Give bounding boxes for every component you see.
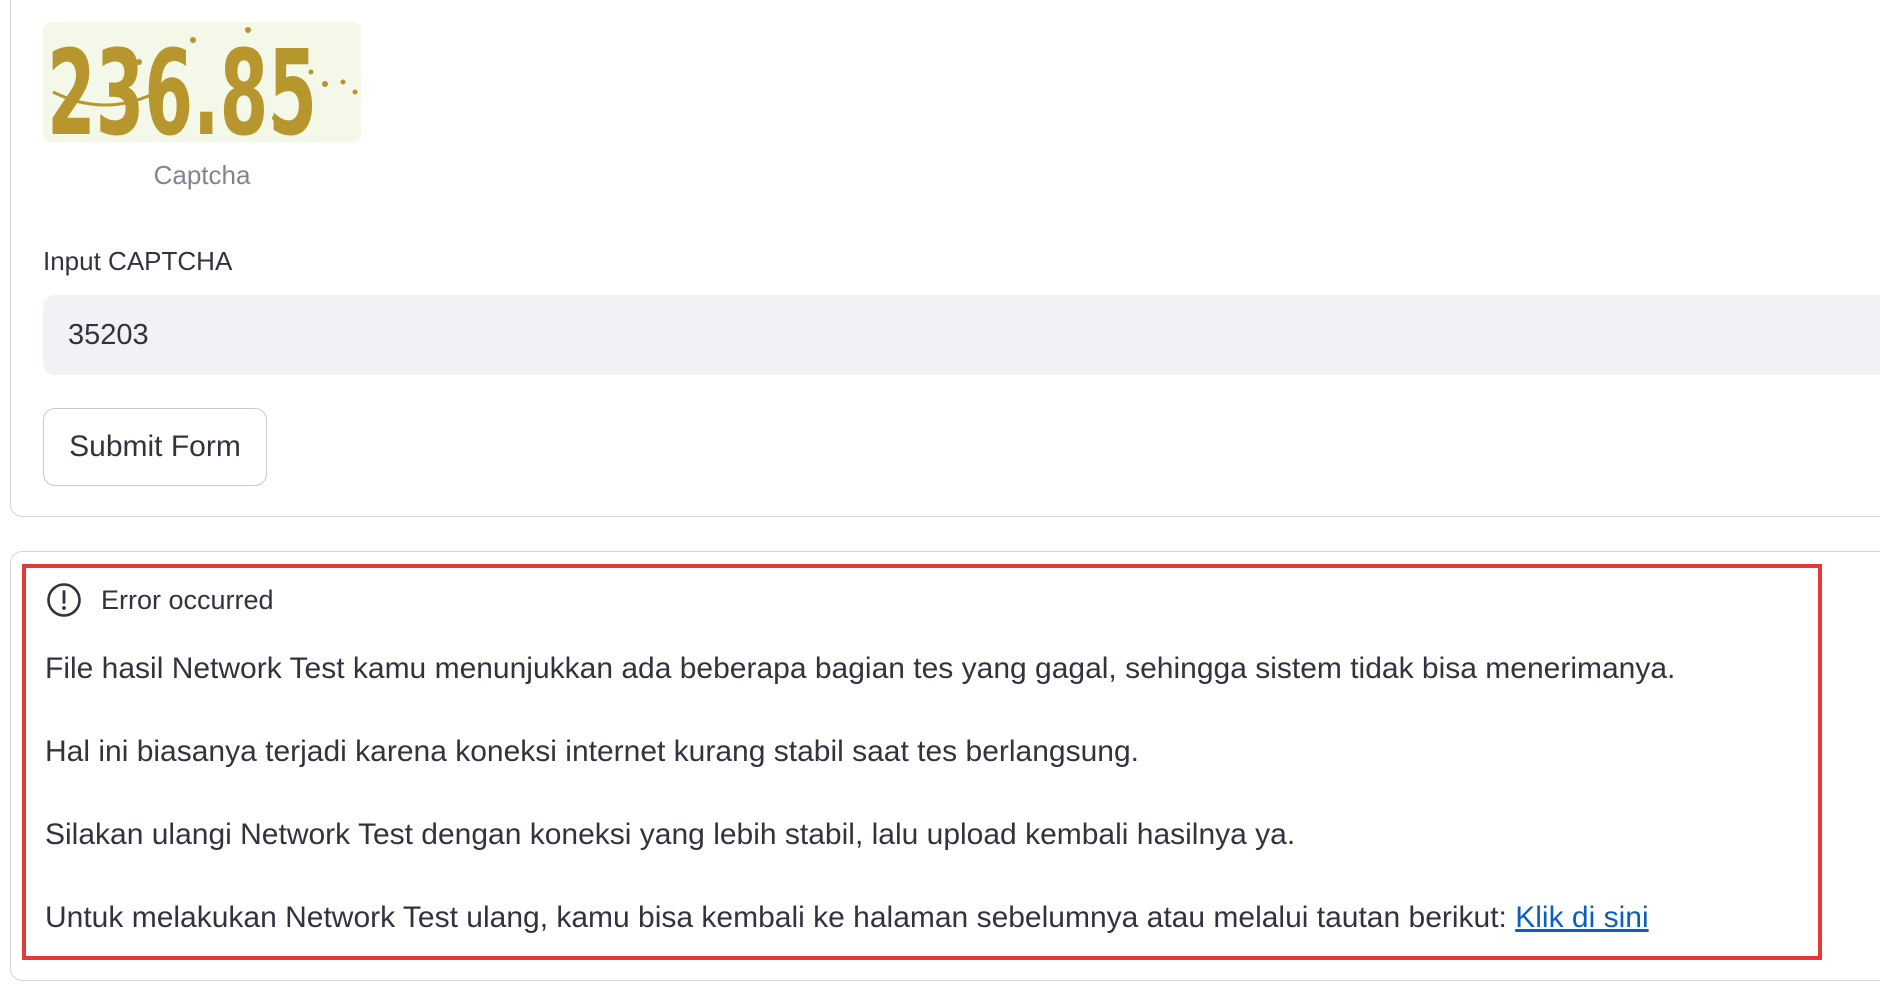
error-header: Error occurred — [46, 582, 274, 618]
captcha-image: 236.85 — [43, 22, 361, 142]
error-message-paragraph: File hasil Network Test kamu menunjukkan… — [45, 652, 1676, 685]
error-message-paragraph: Hal ini biasanya terjadi karena koneksi … — [45, 735, 1139, 768]
exclamation-circle-icon — [46, 582, 82, 618]
error-message-paragraph: Silakan ulangi Network Test dengan konek… — [45, 818, 1296, 851]
error-message-text: Untuk melakukan Network Test ulang, kamu… — [45, 901, 1516, 934]
error-message-paragraph-with-link: Untuk melakukan Network Test ulang, kamu… — [45, 901, 1649, 935]
error-title: Error occurred — [101, 584, 274, 615]
captcha-input-label: Input CAPTCHA — [43, 246, 233, 276]
retest-link[interactable]: Klik di sini — [1515, 901, 1648, 934]
captcha-image-text: 236.85 — [47, 24, 317, 142]
submit-form-button[interactable]: Submit Form — [43, 408, 267, 486]
captcha-caption: Captcha — [153, 160, 251, 190]
captcha-input[interactable] — [43, 295, 1880, 375]
